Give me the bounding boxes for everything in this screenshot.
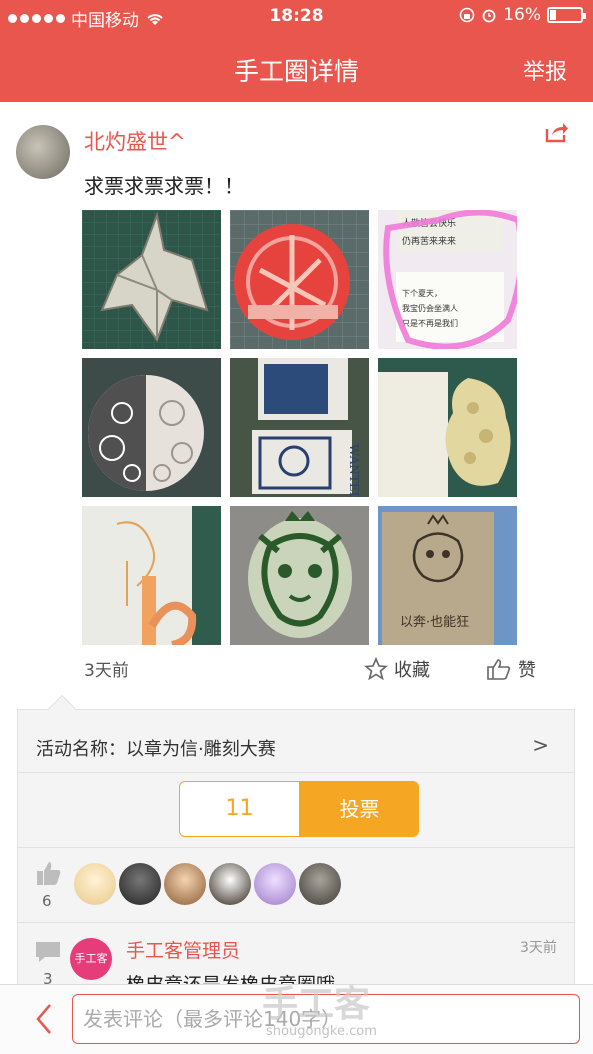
divider bbox=[17, 772, 575, 773]
post-image-cat-stamp[interactable] bbox=[230, 506, 369, 645]
svg-text:我宝仍会坐满人: 我宝仍会坐满人 bbox=[402, 303, 458, 313]
vote-widget: 11 投票 bbox=[179, 781, 419, 837]
nav-bar: 手工圈详情 举报 bbox=[0, 32, 593, 102]
like-button[interactable]: 赞 bbox=[486, 656, 536, 682]
watermark-url: shougongke.com bbox=[266, 1024, 377, 1039]
comment-icon bbox=[36, 942, 60, 962]
battery-icon bbox=[547, 7, 586, 23]
svg-text:只是不再是我们: 只是不再是我们 bbox=[402, 318, 458, 328]
post-image-crane[interactable] bbox=[82, 210, 221, 349]
post-image-wanted-posters[interactable]: WANTED bbox=[230, 358, 369, 497]
commenter-avatar[interactable]: 手工客 bbox=[70, 938, 112, 980]
post-image-cat-print[interactable]: 以奔·也能狂 bbox=[378, 506, 517, 645]
activity-name[interactable]: 活动名称：以章为信·雕刻大赛 bbox=[36, 735, 276, 761]
star-icon bbox=[364, 657, 388, 681]
post-image-calligraphy[interactable]: 人散皆会快乐 仍再苦来来来 下个夏天， 我宝仍会坐满人 只是不再是我们 bbox=[378, 210, 517, 349]
post-image-round-seal[interactable] bbox=[230, 210, 369, 349]
alarm-icon bbox=[482, 9, 496, 23]
divider bbox=[17, 847, 575, 848]
thumbs-up-icon bbox=[37, 862, 61, 885]
liker-avatar[interactable] bbox=[209, 863, 251, 905]
post-text: 求票求票求票！！ bbox=[84, 174, 244, 198]
svg-text:仍再苦来来来: 仍再苦来来来 bbox=[402, 235, 456, 247]
like-label: 赞 bbox=[518, 660, 536, 681]
post-image-sketch[interactable] bbox=[82, 506, 221, 645]
liker-avatar[interactable] bbox=[254, 863, 296, 905]
like-count: 6 bbox=[42, 892, 52, 910]
favorite-label: 收藏 bbox=[394, 660, 430, 681]
svg-text:下个夏天，: 下个夏天， bbox=[402, 289, 442, 298]
image-grid: 人散皆会快乐 仍再苦来来来 下个夏天， 我宝仍会坐满人 只是不再是我们 WANT… bbox=[82, 210, 518, 646]
vote-count: 11 bbox=[225, 796, 254, 821]
author-name[interactable]: 北灼盛世^ bbox=[84, 126, 186, 156]
post-time: 3天前 bbox=[84, 661, 129, 681]
comment-time: 3天前 bbox=[520, 940, 557, 956]
vote-button[interactable]: 投票 bbox=[299, 782, 418, 836]
status-right: 16% bbox=[459, 5, 586, 25]
thumbs-up-icon bbox=[487, 659, 511, 680]
page-title: 手工圈详情 bbox=[233, 57, 359, 86]
cat-print-caption: 以奔·也能狂 bbox=[400, 615, 469, 630]
liker-avatar[interactable] bbox=[164, 863, 206, 905]
chevron-left-icon[interactable] bbox=[34, 1002, 54, 1036]
watermark-logo: 手工客 bbox=[262, 984, 371, 1025]
post-image-lace-circle[interactable] bbox=[82, 358, 221, 497]
battery-percent: 16% bbox=[503, 5, 541, 25]
favorite-button[interactable]: 收藏 bbox=[364, 656, 430, 682]
commenter-name[interactable]: 手工客管理员 bbox=[126, 936, 240, 963]
share-icon[interactable] bbox=[543, 120, 569, 144]
status-bar: 中国移动 18:28 16% bbox=[0, 0, 593, 32]
svg-text:WANTED: WANTED bbox=[347, 444, 361, 497]
post-image-floral-stamp[interactable] bbox=[378, 358, 517, 497]
liker-avatar[interactable] bbox=[299, 863, 341, 905]
divider bbox=[17, 922, 575, 923]
liker-avatar[interactable] bbox=[119, 863, 161, 905]
report-button[interactable]: 举报 bbox=[523, 54, 567, 86]
chevron-right-icon[interactable]: > bbox=[532, 733, 549, 757]
liker-avatar[interactable] bbox=[74, 863, 116, 905]
app-screen: 中国移动 18:28 16% 手工圈详情 举报 北灼盛世^ 求票求票求票！！ 人… bbox=[0, 0, 593, 1054]
lock-rotation-icon bbox=[459, 7, 475, 23]
author-avatar[interactable] bbox=[16, 125, 70, 179]
